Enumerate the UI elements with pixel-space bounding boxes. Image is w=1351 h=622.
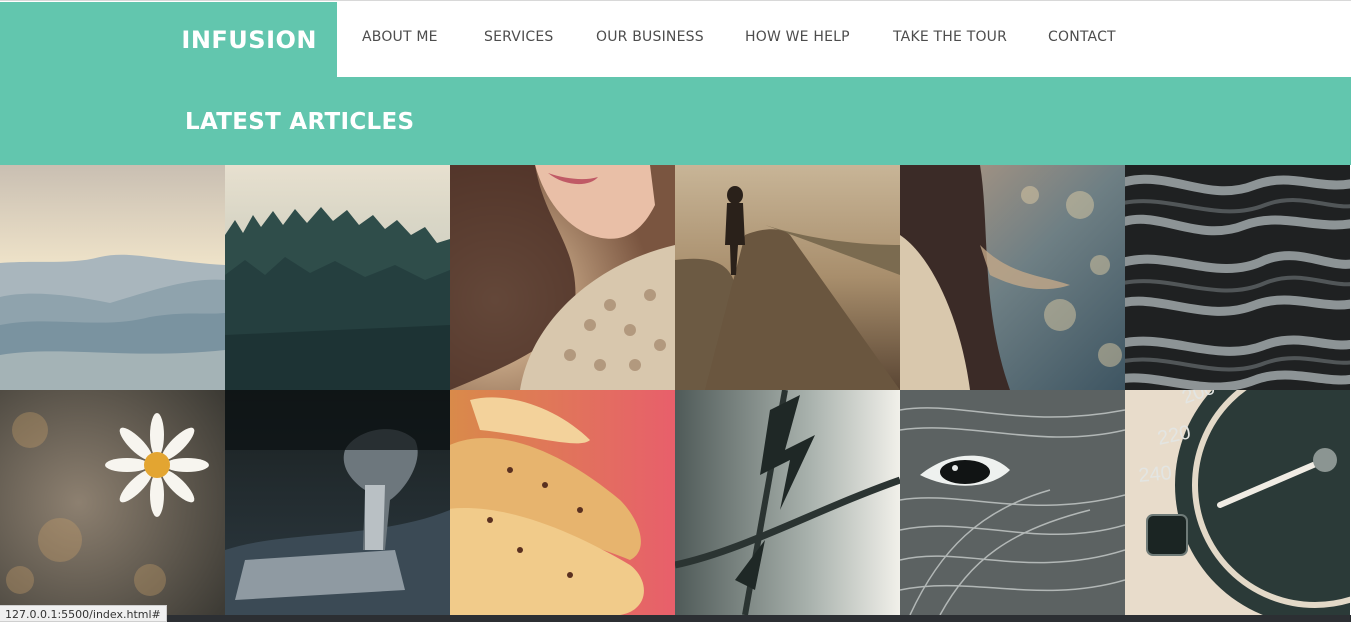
eagle-eye-image: [900, 390, 1125, 615]
browser-status-url: 127.0.0.1:5500/index.html#: [0, 605, 167, 622]
gear-shift-image: [225, 390, 450, 615]
nav-services[interactable]: SERVICES: [484, 29, 554, 45]
article-tile-gear-shift[interactable]: [225, 390, 450, 615]
section-banner: LATEST ARTICLES: [0, 78, 1351, 165]
brand-logo-link[interactable]: INFUSION: [0, 2, 337, 78]
brand-name: INFUSION: [181, 26, 317, 54]
article-tile-fried-food[interactable]: [450, 390, 675, 615]
woman-hair-image: [900, 165, 1125, 390]
article-tile-twisted-rope[interactable]: [1125, 165, 1350, 390]
article-tile-speedometer[interactable]: 200 220 240: [1125, 390, 1350, 615]
article-tile-daisy[interactable]: [0, 390, 225, 615]
foggy-road-image: [675, 165, 900, 390]
pine-forest-image: [225, 165, 450, 390]
page-bottom-bar: [0, 615, 1351, 622]
speedometer-label-240: 240: [1138, 462, 1173, 487]
article-tile-eagle-eye[interactable]: [900, 390, 1125, 615]
article-tile-barbed-wire[interactable]: [675, 390, 900, 615]
barbed-wire-image: [675, 390, 900, 615]
section-title: LATEST ARTICLES: [185, 109, 415, 135]
misty-mountains-image: [0, 165, 225, 390]
fried-food-image: [450, 390, 675, 615]
woman-sweater-image: [450, 165, 675, 390]
articles-grid: 200 220 240: [0, 165, 1351, 615]
nav-contact[interactable]: CONTACT: [1048, 29, 1116, 45]
nav-about-me[interactable]: ABOUT ME: [362, 29, 438, 45]
article-tile-pine-forest[interactable]: [225, 165, 450, 390]
article-tile-woman-sweater[interactable]: [450, 165, 675, 390]
daisy-image: [0, 390, 225, 615]
site-header: INFUSION ABOUT ME SERVICES OUR BUSINESS …: [0, 0, 1351, 79]
article-tile-foggy-road[interactable]: [675, 165, 900, 390]
nav-take-the-tour[interactable]: TAKE THE TOUR: [893, 29, 1007, 45]
nav-how-we-help[interactable]: HOW WE HELP: [745, 29, 850, 45]
article-tile-misty-mountains[interactable]: [0, 165, 225, 390]
speedometer-image: 200 220 240: [1125, 390, 1350, 615]
twisted-rope-image: [1125, 165, 1350, 390]
article-tile-woman-hair[interactable]: [900, 165, 1125, 390]
nav-our-business[interactable]: OUR BUSINESS: [596, 29, 704, 45]
